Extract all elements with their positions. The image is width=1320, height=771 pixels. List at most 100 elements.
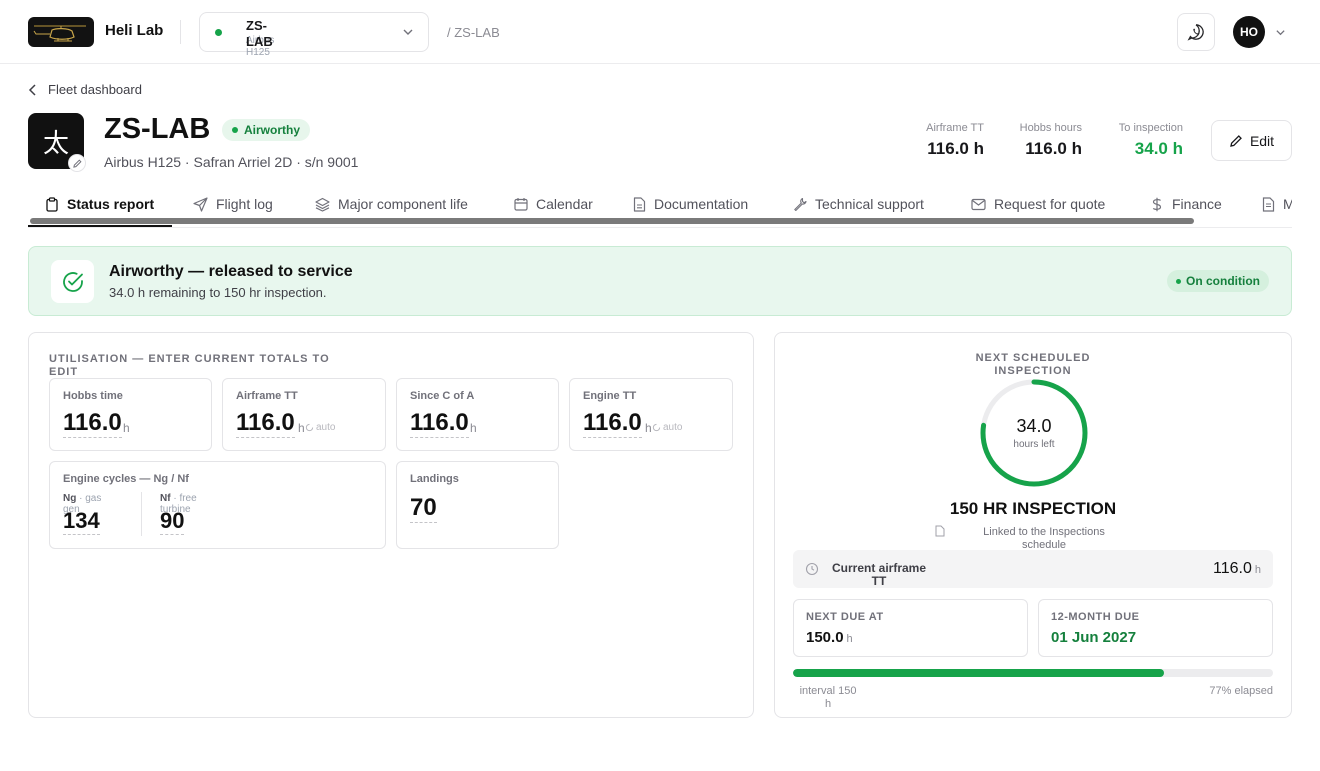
month-due-box: 12-MONTH DUE 01 Jun 2027	[1038, 599, 1273, 657]
tile-unit: h	[470, 421, 477, 435]
tile-value[interactable]: 116.0	[410, 409, 469, 438]
current-airframe-unit: h	[1254, 564, 1261, 576]
tab-label: Request for quote	[994, 196, 1106, 212]
tile-value[interactable]: 70	[410, 494, 437, 523]
top-bar: Heli Lab Airbus H125 ZS-LAB / ZS-LAB HO	[0, 0, 1320, 64]
tab-label: Calendar	[536, 196, 593, 212]
status-badge-label: Airworthy	[244, 123, 301, 137]
file-icon	[633, 196, 646, 212]
clock-icon	[805, 562, 819, 576]
pencil-icon[interactable]	[68, 154, 86, 172]
tab-request-for-quote[interactable]: Request for quote	[971, 196, 1105, 212]
chevron-down-icon	[403, 29, 413, 35]
aircraft-subtitle: Airbus H125 · Safran Arriel 2D · s/n 900…	[104, 154, 359, 170]
tile-unit: h	[298, 421, 305, 435]
current-airframe-label: Current airframe TT	[831, 561, 927, 588]
tile-value[interactable]: 116.0	[63, 409, 122, 438]
tab-technical-support[interactable]: Technical support	[793, 196, 924, 212]
linked-schedule-text[interactable]: Linked to the Inspections schedule	[969, 526, 1119, 552]
ng-code: Ng	[63, 493, 77, 504]
check-circle-icon	[51, 260, 94, 303]
edit-button[interactable]: Edit	[1211, 120, 1292, 161]
next-due-label: NEXT DUE AT	[806, 611, 884, 623]
month-due-label: 12-MONTH DUE	[1051, 611, 1140, 623]
send-icon	[193, 196, 208, 212]
page-title: ZS-LAB	[104, 113, 211, 145]
edit-button-label: Edit	[1249, 132, 1275, 149]
whatsapp-button[interactable]	[1177, 13, 1215, 51]
next-due-unit: h	[846, 633, 853, 645]
interval-label: interval 150 h	[799, 685, 857, 710]
on-condition-badge: On condition	[1167, 270, 1269, 292]
tile-since-c-of-a[interactable]: Since C of A 116.0 h	[396, 378, 559, 451]
tile-unit: h	[123, 421, 130, 435]
status-badge: Airworthy	[222, 119, 311, 141]
tab-status-report[interactable]: Status report	[45, 196, 154, 212]
breadcrumb: / ZS-LAB	[447, 25, 500, 40]
back-link[interactable]: Fleet dashboard	[28, 82, 142, 97]
inspection-name: 150 HR INSPECTION	[949, 499, 1117, 518]
clipboard-icon	[46, 196, 58, 212]
tile-unit: h	[645, 421, 652, 435]
stat-label: Hobbs hours	[1019, 122, 1082, 134]
tile-hobbs-time[interactable]: Hobbs time 116.0 h	[49, 378, 212, 451]
status-dot	[215, 29, 222, 36]
ng-value[interactable]: 134	[63, 508, 100, 535]
mail-icon	[971, 198, 986, 210]
tab-flight-log[interactable]: Flight log	[193, 196, 273, 212]
inspection-heading: NEXT SCHEDULED INSPECTION	[975, 352, 1091, 377]
helicopter-logo[interactable]	[28, 17, 94, 47]
tab-label: M	[1283, 196, 1292, 212]
wrench-icon	[794, 197, 807, 211]
tile-value[interactable]: 116.0	[583, 409, 642, 438]
refresh-icon	[652, 423, 661, 432]
month-due-value: 01 Jun 2027	[1051, 629, 1137, 646]
tile-value[interactable]: 116.0	[236, 409, 295, 438]
active-tab-indicator	[28, 225, 172, 227]
back-link-label: Fleet dashboard	[48, 82, 142, 97]
tile-label: Hobbs time	[63, 390, 123, 402]
stat-value: 116.0 h	[927, 139, 984, 158]
stat-label: Airframe TT	[926, 122, 984, 134]
utilisation-card: UTILISATION — ENTER CURRENT TOTALS TO ED…	[28, 332, 754, 718]
hours-left-value: 34.0	[1016, 416, 1052, 436]
inspection-progress-bar	[793, 669, 1273, 677]
on-condition-label: On condition	[1186, 274, 1260, 288]
tab-finance[interactable]: Finance	[1150, 196, 1222, 212]
tab-documentation[interactable]: Documentation	[633, 196, 748, 212]
hours-left-label: hours left	[1013, 439, 1055, 450]
tile-airframe-tt[interactable]: Airframe TT 116.0 h auto	[222, 378, 386, 451]
tile-label: Engine cycles — Ng / Nf	[63, 473, 189, 485]
stat-hobbs-hours: Hobbs hours 116.0 h	[1004, 122, 1082, 159]
airworthy-banner: Airworthy — released to service 34.0 h r…	[28, 246, 1292, 316]
current-airframe-value: 116.0 h	[1213, 560, 1261, 578]
aircraft-selector[interactable]: Airbus H125 ZS-LAB	[199, 12, 429, 58]
brand-name: Heli Lab	[105, 22, 164, 39]
auto-indicator: auto	[305, 422, 335, 433]
chevron-left-icon	[28, 83, 36, 96]
tile-engine-tt[interactable]: Engine TT 116.0 h auto	[569, 378, 733, 451]
current-airframe-row: Current airframe TT 116.0 h	[793, 550, 1273, 588]
tab-major-component-life[interactable]: Major component life	[315, 196, 468, 212]
nf-value[interactable]: 90	[160, 508, 185, 535]
calendar-icon	[514, 198, 528, 211]
file-icon	[935, 525, 945, 537]
pencil-icon	[1230, 134, 1242, 147]
chevron-down-icon[interactable]	[1275, 27, 1286, 38]
tab-more[interactable]: M	[1262, 196, 1292, 212]
tile-label: Engine TT	[583, 390, 637, 402]
whatsapp-icon	[1187, 24, 1204, 41]
stat-value: 116.0 h	[1025, 139, 1082, 158]
auto-label: auto	[663, 422, 683, 433]
tab-scrollbar[interactable]	[30, 218, 1194, 224]
tile-landings[interactable]: Landings 70	[396, 461, 559, 549]
stat-airframe-tt: Airframe TT 116.0 h	[906, 122, 984, 159]
stat-to-inspection: To inspection 34.0 h	[1100, 122, 1183, 159]
tab-label: Finance	[1172, 196, 1222, 212]
tab-label: Flight log	[216, 196, 273, 212]
tab-calendar[interactable]: Calendar	[514, 196, 593, 212]
document-icon	[1262, 196, 1275, 212]
stat-value: 34.0 h	[1134, 139, 1183, 158]
user-avatar[interactable]: HO	[1233, 16, 1265, 48]
tab-label: Documentation	[654, 196, 749, 212]
